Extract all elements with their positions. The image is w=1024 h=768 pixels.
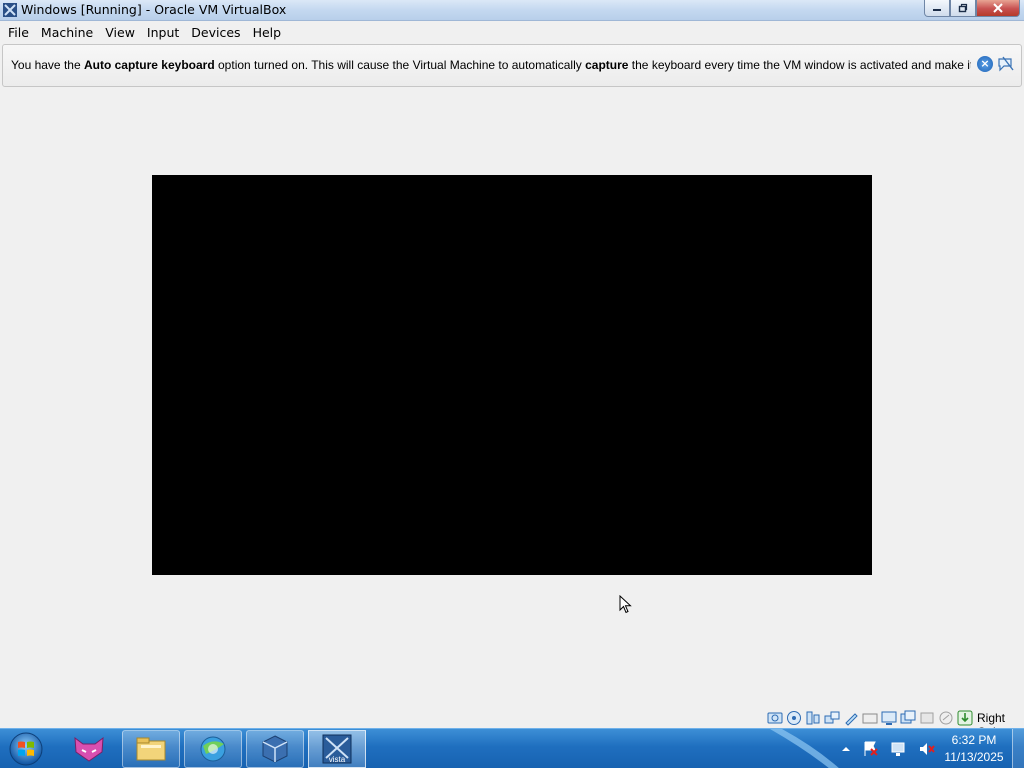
- guest-additions-icon[interactable]: [919, 710, 935, 726]
- status-bar: Right Ctrl: [0, 708, 1024, 739]
- taskbar-fox-app[interactable]: [60, 730, 118, 768]
- mouse-integration-icon[interactable]: [957, 710, 973, 726]
- system-clock[interactable]: 6:32 PM 11/13/2025: [938, 732, 1010, 766]
- do-not-show-again-icon[interactable]: [997, 56, 1015, 72]
- title-bar: Windows [Running] - Oracle VM VirtualBox: [0, 0, 1024, 21]
- network-tray-icon[interactable]: [890, 740, 908, 758]
- menu-file[interactable]: File: [2, 21, 35, 44]
- window-title: Windows [Running] - Oracle VM VirtualBox: [21, 2, 287, 17]
- menu-view[interactable]: View: [99, 21, 141, 44]
- minimize-button[interactable]: [924, 0, 950, 17]
- file-explorer-icon: [136, 737, 166, 761]
- system-tray: [840, 729, 936, 768]
- taskbar-virtualbox[interactable]: [246, 730, 304, 768]
- taskbar-vista-vm[interactable]: vista: [308, 730, 366, 768]
- vista-vm-icon: vista: [322, 734, 352, 764]
- virtualbox-icon: [3, 3, 17, 17]
- virtualbox-taskbar-icon: [262, 735, 288, 763]
- show-hidden-icons-icon[interactable]: [840, 743, 852, 755]
- windows-start-orb[interactable]: [6, 731, 46, 767]
- banner-message: You have the Auto capture keyboard optio…: [11, 58, 971, 72]
- banner-text-3: the keyboard every time the VM window is…: [631, 58, 971, 72]
- mouse-cursor-icon: [619, 595, 632, 614]
- close-banner-icon[interactable]: ×: [977, 56, 993, 72]
- network-icon[interactable]: [824, 710, 840, 726]
- menu-devices[interactable]: Devices: [185, 21, 246, 44]
- taskbar-browser[interactable]: [184, 730, 242, 768]
- banner-text-1: You have the: [11, 58, 84, 72]
- notification-banner: You have the Auto capture keyboard optio…: [2, 44, 1022, 87]
- browser-icon: [200, 736, 226, 762]
- close-icon: [993, 3, 1003, 13]
- minimize-icon: [933, 9, 941, 11]
- banner-bold-2: capture: [585, 58, 629, 72]
- banner-bold-1: Auto capture keyboard: [83, 58, 215, 72]
- audio-icon[interactable]: [805, 710, 821, 726]
- restore-button[interactable]: [950, 0, 976, 17]
- menu-help[interactable]: Help: [247, 21, 288, 44]
- window-controls: [924, 0, 1020, 18]
- menu-input[interactable]: Input: [141, 21, 185, 44]
- usb-icon[interactable]: [843, 710, 859, 726]
- taskbar-file-explorer[interactable]: [122, 730, 180, 768]
- clock-date: 11/13/2025: [944, 750, 1004, 764]
- clock-time: 6:32 PM: [951, 733, 997, 747]
- hard-disk-icon[interactable]: [767, 710, 783, 726]
- display-icon[interactable]: [881, 710, 897, 726]
- status-icons: [767, 710, 973, 726]
- menu-machine[interactable]: Machine: [35, 21, 99, 44]
- restore-icon: [958, 3, 968, 13]
- optical-drive-icon[interactable]: [786, 710, 802, 726]
- taskbar: vista 6:32 PM 11/13/2025: [0, 728, 1024, 768]
- show-desktop-button[interactable]: [1012, 729, 1024, 768]
- menu-bar: File Machine View Input Devices Help: [0, 21, 1024, 44]
- cpu-icon[interactable]: [938, 710, 954, 726]
- fox-app-icon: [74, 736, 104, 762]
- vista-label: vista: [329, 755, 346, 764]
- video-capture-icon[interactable]: [900, 710, 916, 726]
- action-center-icon[interactable]: [862, 740, 880, 758]
- banner-text-2: option turned on. This will cause the Vi…: [214, 58, 586, 72]
- close-button[interactable]: [976, 0, 1020, 17]
- taskbar-swoosh-decoration: [770, 729, 839, 768]
- vm-screen[interactable]: [152, 175, 872, 575]
- shared-folders-icon[interactable]: [862, 710, 878, 726]
- volume-muted-icon[interactable]: [918, 740, 936, 758]
